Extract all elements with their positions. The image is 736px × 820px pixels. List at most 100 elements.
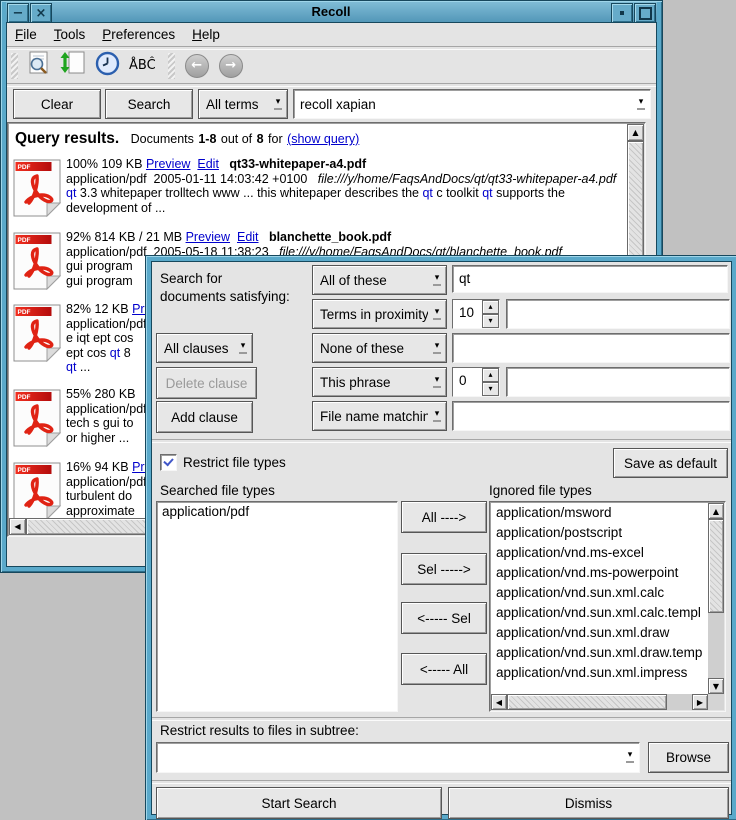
conjunction-select[interactable]: All clauses ▾ — [156, 333, 253, 363]
scroll-thumb[interactable] — [708, 519, 724, 613]
subtree-label: Restrict results to files in subtree: — [160, 723, 359, 738]
clause-type-select-2[interactable]: Terms in proximity ▾ — [312, 299, 447, 329]
add-clause-button[interactable]: Add clause — [156, 401, 253, 433]
minimize-button[interactable]: − — [7, 3, 29, 23]
svg-text:PDF: PDF — [18, 394, 31, 401]
dialog-content: Search for documents satisfying: All of … — [151, 261, 732, 815]
searched-filetypes-list[interactable]: application/pdf — [156, 501, 398, 712]
move-sel-right-button[interactable]: Sel -----> — [401, 553, 487, 585]
menu-preferences[interactable]: Preferences — [102, 27, 175, 42]
search-button[interactable]: Search — [105, 89, 193, 119]
result-filename: qt33-whitepaper-a4.pdf — [229, 157, 366, 171]
scroll-up-icon[interactable]: ▲ — [627, 124, 644, 141]
clause-type-select-3[interactable]: None of these ▾ — [312, 333, 447, 363]
clause-type-select-1[interactable]: All of these ▾ — [312, 265, 447, 295]
edit-link[interactable]: Edit — [237, 230, 259, 244]
list-item[interactable]: application/vnd.sun.xml.calc.templ — [491, 603, 708, 623]
menu-help[interactable]: Help — [192, 27, 220, 42]
pdf-icon: PDF — [13, 232, 61, 290]
preview-link[interactable]: Preview — [186, 230, 230, 244]
preview-doc-icon[interactable] — [26, 50, 52, 81]
phrase-slack-spinner[interactable]: 0 ▴▾ — [452, 367, 500, 397]
chevron-down-icon: ▾ — [234, 343, 252, 354]
scroll-left-icon[interactable]: ◀ — [491, 694, 507, 710]
close-button[interactable]: × — [30, 3, 52, 23]
ignored-filetypes-list[interactable]: application/msword application/postscrip… — [489, 501, 726, 712]
chevron-down-icon[interactable]: ▾ — [632, 99, 650, 110]
chevron-down-icon: ▾ — [428, 343, 446, 354]
spin-down-icon[interactable]: ▾ — [482, 314, 499, 328]
chevron-down-icon[interactable]: ▾ — [621, 752, 639, 763]
list-item[interactable]: application/pdf — [157, 502, 397, 522]
spin-up-icon[interactable]: ▴ — [482, 300, 499, 314]
list-item[interactable]: application/vnd.sun.xml.draw.temp — [491, 643, 708, 663]
scroll-down-icon[interactable]: ▼ — [708, 678, 724, 694]
list-item[interactable]: application/vnd.sun.xml.draw — [491, 623, 708, 643]
shade-button[interactable] — [611, 3, 633, 23]
window-title: Recoll — [52, 2, 610, 22]
move-all-right-button[interactable]: All ----> — [401, 501, 487, 533]
svg-text:PDF: PDF — [18, 237, 31, 244]
forward-icon[interactable]: → — [219, 54, 243, 78]
ignored-vscrollbar[interactable]: ▲ ▼ — [708, 503, 724, 694]
proximity-spinner[interactable]: 10 ▴▾ — [452, 299, 500, 329]
clause-type-select-5[interactable]: File name matching ▾ — [312, 401, 447, 431]
result-filename: blanchette_book.pdf — [269, 230, 391, 244]
search-mode-select[interactable]: All terms ▾ — [198, 89, 288, 119]
save-as-default-button[interactable]: Save as default — [613, 448, 728, 478]
edit-link[interactable]: Edit — [197, 157, 219, 171]
term-explorer-icon[interactable]: ÅBĈ — [129, 58, 156, 73]
maximize-button[interactable] — [634, 3, 656, 23]
browse-button[interactable]: Browse — [648, 742, 729, 773]
pdf-icon: PDF — [13, 159, 61, 217]
clause-value-input-2[interactable] — [506, 299, 730, 329]
chevron-down-icon: ▾ — [428, 275, 446, 286]
scroll-thumb[interactable] — [507, 694, 667, 710]
preview-link[interactable]: Preview — [146, 157, 190, 171]
scroll-left-icon[interactable]: ◀ — [9, 518, 26, 535]
pdf-icon: PDF — [13, 389, 61, 447]
ignored-hscrollbar[interactable]: ◀ ▶ — [491, 694, 708, 710]
start-search-button[interactable]: Start Search — [156, 787, 442, 819]
spin-up-icon[interactable]: ▴ — [482, 368, 499, 382]
list-item[interactable]: application/vnd.sun.xml.impress — [491, 663, 708, 683]
clear-button[interactable]: Clear — [13, 89, 101, 119]
menu-file[interactable]: File — [15, 27, 37, 42]
result-row[interactable]: PDF 100% 109 KB Preview Edit qt33-whitep… — [13, 157, 627, 215]
searched-filetypes-label: Searched file types — [160, 483, 275, 498]
list-item[interactable]: application/vnd.ms-excel — [491, 543, 708, 563]
query-input[interactable]: recoll xapian ▾ — [293, 89, 651, 119]
dismiss-button[interactable]: Dismiss — [448, 787, 729, 819]
sort-doc-icon[interactable] — [60, 50, 86, 81]
subtree-combo[interactable]: ▾ — [156, 742, 640, 773]
back-icon[interactable]: ← — [185, 54, 209, 78]
svg-text:PDF: PDF — [18, 164, 31, 171]
show-query-link[interactable]: (show query) — [287, 132, 359, 146]
restrict-filetypes-checkbox[interactable] — [160, 454, 177, 471]
results-title: Query results. — [15, 130, 119, 147]
svg-text:PDF: PDF — [18, 467, 31, 474]
toolbar-handle[interactable] — [11, 53, 18, 79]
spin-down-icon[interactable]: ▾ — [482, 382, 499, 396]
clause-value-input-3[interactable] — [452, 333, 730, 363]
result-url: file:///y/home/FaqsAndDocs/qt/qt33-white… — [318, 172, 617, 186]
list-item[interactable]: application/msword — [491, 503, 708, 523]
scroll-right-icon[interactable]: ▶ — [692, 694, 708, 710]
advanced-search-dialog: Search for documents satisfying: All of … — [145, 255, 736, 820]
clock-icon[interactable] — [95, 51, 120, 81]
delete-clause-button[interactable]: Delete clause — [156, 367, 257, 399]
clause-value-input-5[interactable] — [452, 401, 730, 431]
clause-value-input-1[interactable]: qt — [452, 265, 728, 293]
menu-tools[interactable]: Tools — [54, 27, 86, 42]
move-all-left-button[interactable]: <----- All — [401, 653, 487, 685]
clause-value-input-4[interactable] — [506, 367, 730, 397]
list-item[interactable]: application/vnd.ms-powerpoint — [491, 563, 708, 583]
list-item[interactable]: application/postscript — [491, 523, 708, 543]
scroll-up-icon[interactable]: ▲ — [708, 503, 724, 519]
svg-text:PDF: PDF — [18, 309, 31, 316]
list-item[interactable]: application/vnd.sun.xml.calc — [491, 583, 708, 603]
clause-type-select-4[interactable]: This phrase ▾ — [312, 367, 447, 397]
move-sel-left-button[interactable]: <----- Sel — [401, 602, 487, 634]
titlebar[interactable]: − × Recoll — [6, 2, 657, 23]
toolbar-handle-2[interactable] — [168, 53, 175, 79]
